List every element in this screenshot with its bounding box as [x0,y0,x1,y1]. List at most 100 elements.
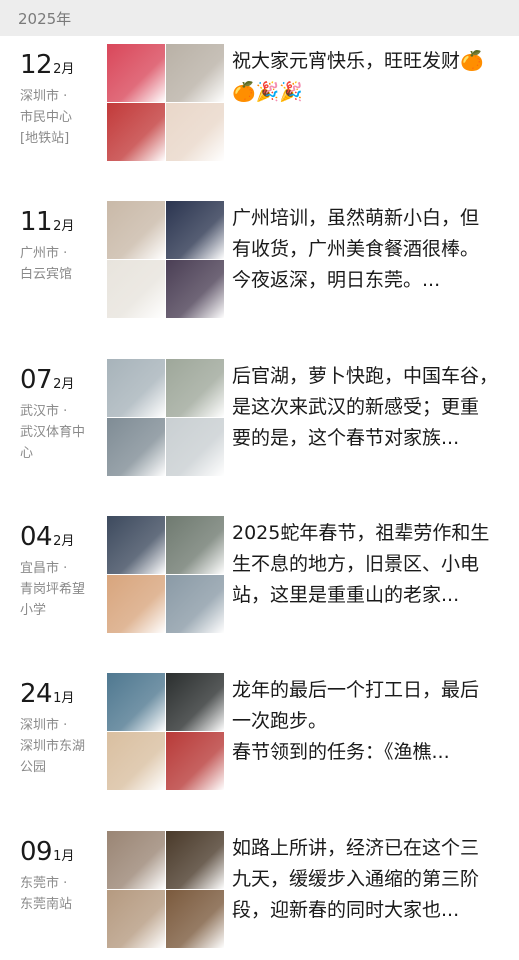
photo-thumbnail[interactable] [107,44,165,102]
entry-month: 2月 [53,62,75,77]
photo-thumbnail[interactable] [107,673,165,731]
entry-text-line: 🍊🎉🎉 [232,81,303,103]
location-line: 宜昌市 · [20,561,68,576]
entry-location[interactable]: 东莞市 · 东莞南站 [20,873,100,915]
moment-entry[interactable]: 09 1月东莞市 · 东莞南站 如路上所讲，经济已在这个三 九天，缓缓步入通缩的第三阶段… [0,831,519,949]
location-line: 深圳市 · [20,89,68,104]
entry-text-line: 一次跑步。 [232,710,328,732]
entry-text-line: 如路上所讲，经济已在这个三 [232,837,480,859]
entry-date: 04 2月 [20,522,74,552]
photo-thumbnail[interactable] [107,260,165,318]
year-label: 2025年 [18,9,72,28]
photo-thumbnail[interactable] [107,359,165,417]
entry-text-line: 九天，缓缓步入通缩的第三阶 [232,868,480,890]
entry-month: 2月 [53,219,75,234]
entry-day: 12 [20,50,53,80]
photo-grid[interactable] [107,44,224,161]
entry-text[interactable]: 龙年的最后一个打工日，最后 一次跑步。春节领到的任务：《渔樵... [232,675,512,768]
photo-grid[interactable] [107,831,224,948]
location-line: 市民中心 [20,110,73,125]
photo-thumbnail[interactable] [166,359,224,417]
entry-text-line: 段，迎新春的同时大家也... [232,899,460,921]
photo-thumbnail[interactable] [166,831,224,889]
location-line: 深圳市 · [20,718,68,733]
photo-thumbnail[interactable] [166,44,224,102]
photo-thumbnail[interactable] [107,516,165,574]
moment-entry[interactable]: 11 2月广州市 · 白云宾馆 广州培训，虽然萌新小白，但 有收货，广州美食餐酒很棒。今… [0,201,519,319]
entry-date: 09 1月 [20,837,74,867]
moment-entry[interactable]: 04 2月宜昌市 · 青岗坪希望小学 2025蛇年春节，祖辈劳作和生 生不息的地方，旧景… [0,516,519,634]
photo-grid[interactable] [107,516,224,633]
photo-thumbnail[interactable] [107,418,165,476]
location-line: 武汉市 · [20,404,68,419]
location-line: 白云宾馆 [20,267,73,282]
entry-day: 04 [20,522,53,552]
entry-location[interactable]: 广州市 · 白云宾馆 [20,243,100,285]
location-line: 东莞南站 [20,897,73,912]
location-line: 深圳市东湖 [20,739,86,754]
photo-thumbnail[interactable] [166,201,224,259]
photo-thumbnail[interactable] [166,418,224,476]
location-line: 东莞市 · [20,876,68,891]
entry-text-line: 春节领到的任务：《渔樵... [232,741,450,763]
entry-month: 1月 [53,691,75,706]
photo-grid[interactable] [107,359,224,476]
location-line: 公园 [20,760,47,775]
entry-text-line: 广州培训，虽然萌新小白，但 [232,207,480,229]
entry-day: 11 [20,207,53,237]
entry-text-line: 要的是，这个春节对家族... [232,427,460,449]
entry-date: 24 1月 [20,679,74,709]
photo-grid[interactable] [107,201,224,318]
location-line: 心 [20,446,34,461]
entry-day: 07 [20,365,53,395]
photo-thumbnail[interactable] [166,103,224,161]
location-line: 广州市 · [20,246,68,261]
location-line: 青岗坪希望 [20,582,86,597]
entry-text[interactable]: 2025蛇年春节，祖辈劳作和生 生不息的地方，旧景区、小电 站，这里是重重山的老家.… [232,518,512,611]
entry-text-line: 祝大家元宵快乐，旺旺发财🍊 [232,50,484,72]
photo-thumbnail[interactable] [107,201,165,259]
entry-day: 09 [20,837,53,867]
photo-thumbnail[interactable] [166,516,224,574]
photo-thumbnail[interactable] [166,890,224,948]
entry-month: 2月 [53,377,75,392]
entry-location[interactable]: 深圳市 · 深圳市东湖公园 [20,715,100,778]
photo-thumbnail[interactable] [107,732,165,790]
year-header: 2025年 [0,0,519,36]
location-line: 小学 [20,603,47,618]
entry-text-line: 今夜返深，明日东莞。... [232,269,441,291]
moment-entry[interactable]: 07 2月武汉市 · 武汉体育中心 后官湖，萝卜快跑，中国车谷， 是这次来武汉的新感受；… [0,359,519,477]
entry-text-line: 站，这里是重重山的老家... [232,584,460,606]
entry-month: 1月 [53,849,75,864]
location-line: 武汉体育中 [20,425,86,440]
entry-month: 2月 [53,534,75,549]
entry-text-line: 后官湖，萝卜快跑，中国车谷， [232,365,499,387]
entry-text[interactable]: 广州培训，虽然萌新小白，但 有收货，广州美食餐酒很棒。 今夜返深，明日东莞。... [232,203,512,296]
entry-text-line: 龙年的最后一个打工日，最后 [232,679,480,701]
entry-location[interactable]: 武汉市 · 武汉体育中心 [20,401,100,464]
entry-text[interactable]: 祝大家元宵快乐，旺旺发财🍊 🍊🎉🎉 [232,46,512,108]
photo-thumbnail[interactable] [166,732,224,790]
bottom-edge [0,948,519,960]
photo-grid[interactable] [107,673,224,790]
entry-text-line: 有收货，广州美食餐酒很棒。 [232,238,480,260]
entry-location[interactable]: 深圳市 · 市民中心 [地铁站] [20,86,100,149]
entry-text-line: 2025蛇年春节，祖辈劳作和生 [232,522,490,544]
entry-location[interactable]: 宜昌市 · 青岗坪希望小学 [20,558,100,621]
moment-entry[interactable]: 12 2月 深圳市 · 市民中心 [地铁站] 祝大家元宵快乐，旺旺发财🍊 🍊🎉🎉 [0,44,519,162]
entry-text[interactable]: 后官湖，萝卜快跑，中国车谷， 是这次来武汉的新感受；更重 要的是，这个春节对家族..… [232,361,512,454]
entry-date: 12 2月 [20,50,74,80]
moment-entry[interactable]: 24 1月深圳市 · 深圳市东湖公园 龙年的最后一个打工日，最后 一次跑步。春节领到的任… [0,673,519,791]
photo-thumbnail[interactable] [107,575,165,633]
photo-thumbnail[interactable] [107,103,165,161]
photo-thumbnail[interactable] [166,673,224,731]
entry-day: 24 [20,679,53,709]
entry-text[interactable]: 如路上所讲，经济已在这个三 九天，缓缓步入通缩的第三阶 段，迎新春的同时大家也... [232,833,512,926]
entry-text-line: 生不息的地方，旧景区、小电 [232,553,480,575]
entry-date: 07 2月 [20,365,74,395]
photo-thumbnail[interactable] [166,575,224,633]
photo-thumbnail[interactable] [166,260,224,318]
photo-thumbnail[interactable] [107,831,165,889]
entry-text-line: 是这次来武汉的新感受；更重 [232,396,480,418]
photo-thumbnail[interactable] [107,890,165,948]
